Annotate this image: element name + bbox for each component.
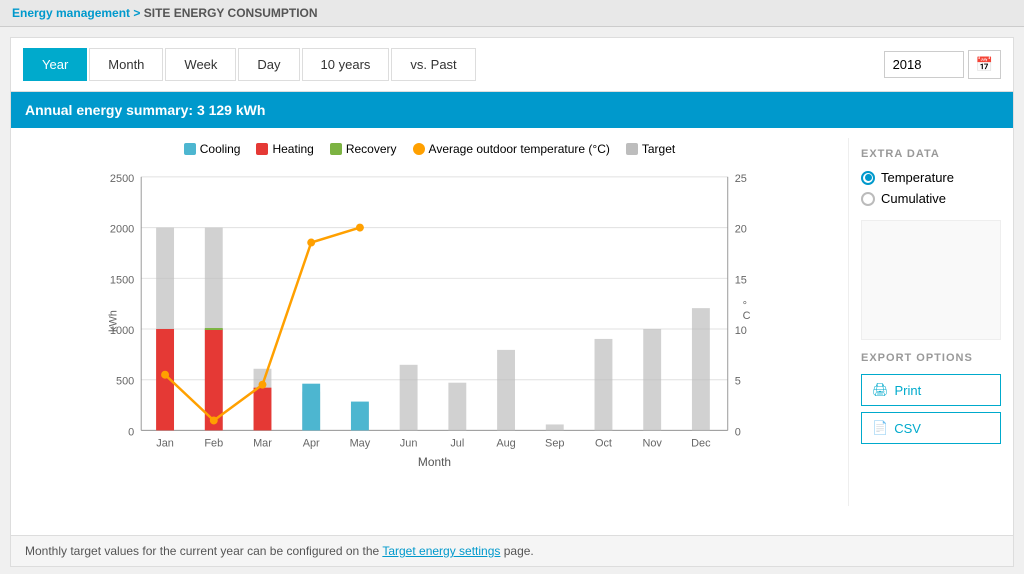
footer-bar: Monthly target values for the current ye… <box>11 535 1013 566</box>
temp-dot-feb <box>210 416 218 424</box>
tab-year[interactable]: Year <box>23 48 87 81</box>
svg-text:May: May <box>350 437 371 449</box>
year-selector: 📅 <box>884 50 1001 79</box>
calendar-icon[interactable]: 📅 <box>968 50 1001 79</box>
svg-text:Aug: Aug <box>496 437 515 449</box>
print-label: Print <box>895 383 922 398</box>
summary-label: Annual energy summary: 3 129 kWh <box>25 102 265 118</box>
svg-text:kWh: kWh <box>107 310 119 332</box>
radio-cumulative-circle <box>861 192 875 206</box>
tab-week[interactable]: Week <box>165 48 236 81</box>
bar-target-jul <box>448 383 466 431</box>
svg-text:2000: 2000 <box>110 224 134 236</box>
radio-cumulative-label: Cumulative <box>881 191 946 206</box>
breadcrumb-link[interactable]: Energy management <box>12 6 130 20</box>
chart-legend: Cooling Heating Recovery Average outdoor… <box>21 138 838 162</box>
radio-group: Temperature Cumulative <box>861 170 1001 206</box>
svg-text:Jan: Jan <box>156 437 174 449</box>
svg-text:2500: 2500 <box>110 173 134 185</box>
legend-recovery: Recovery <box>330 142 397 156</box>
breadcrumb-current: SITE ENERGY CONSUMPTION <box>144 6 318 20</box>
temp-dot-may <box>356 224 364 232</box>
svg-text:5: 5 <box>735 376 741 388</box>
bar-target-jun <box>400 365 418 431</box>
csv-button[interactable]: 📄 CSV <box>861 412 1001 444</box>
bar-cooling-may <box>351 402 369 431</box>
target-color <box>626 143 638 155</box>
sidebar: EXTRA DATA Temperature Cumulative EXPORT… <box>848 138 1013 506</box>
bar-target-oct <box>595 339 613 430</box>
tab-vspast[interactable]: vs. Past <box>391 48 475 81</box>
legend-target-label: Target <box>642 142 675 156</box>
tab-month[interactable]: Month <box>89 48 163 81</box>
footer-text: Monthly target values for the current ye… <box>25 544 382 558</box>
temp-dot-jan <box>161 371 169 379</box>
bar-target-sep <box>546 424 564 430</box>
heating-color <box>256 143 268 155</box>
recovery-color <box>330 143 342 155</box>
svg-text:10: 10 <box>735 325 747 337</box>
top-bar: Energy management > SITE ENERGY CONSUMPT… <box>0 0 1024 27</box>
svg-text:1500: 1500 <box>110 274 134 286</box>
legend-heating-label: Heating <box>272 142 313 156</box>
radio-temperature[interactable]: Temperature <box>861 170 1001 185</box>
svg-text:Feb: Feb <box>204 437 223 449</box>
breadcrumb-separator: > <box>133 6 143 20</box>
main-content: Year Month Week Day 10 years vs. Past 📅 … <box>10 37 1014 567</box>
legend-temperature-label: Average outdoor temperature (°C) <box>429 142 610 156</box>
tab-day[interactable]: Day <box>238 48 299 81</box>
legend-recovery-label: Recovery <box>346 142 397 156</box>
svg-text:0: 0 <box>735 426 741 438</box>
svg-text:Mar: Mar <box>253 437 272 449</box>
legend-target: Target <box>626 142 675 156</box>
footer-text-end: page. <box>500 544 533 558</box>
legend-cooling-label: Cooling <box>200 142 241 156</box>
extra-data-title: EXTRA DATA <box>861 148 1001 160</box>
bar-target-aug <box>497 350 515 431</box>
bar-recovery-feb <box>205 328 223 330</box>
tab-bar: Year Month Week Day 10 years vs. Past 📅 <box>11 38 1013 92</box>
bar-cooling-apr <box>302 384 320 431</box>
year-input[interactable] <box>884 51 964 78</box>
temp-dot-mar <box>259 381 267 389</box>
footer-link[interactable]: Target energy settings <box>382 544 500 558</box>
legend-heating: Heating <box>256 142 313 156</box>
svg-text:Apr: Apr <box>303 437 320 449</box>
chart-area: Cooling Heating Recovery Average outdoor… <box>11 138 848 506</box>
svg-text:0: 0 <box>128 426 134 438</box>
radio-temperature-circle <box>861 171 875 185</box>
svg-text:C: C <box>743 310 751 322</box>
radio-temperature-label: Temperature <box>881 170 954 185</box>
export-title: EXPORT OPTIONS <box>861 352 1001 364</box>
svg-text:Jun: Jun <box>400 437 418 449</box>
summary-bar: Annual energy summary: 3 129 kWh <box>11 92 1013 128</box>
temp-dot-apr <box>307 239 315 247</box>
svg-text:500: 500 <box>116 376 134 388</box>
print-button[interactable]: 🖨 Print <box>861 374 1001 406</box>
bar-target-nov <box>643 329 661 430</box>
print-icon: 🖨 <box>872 382 889 398</box>
svg-text:Jul: Jul <box>450 437 464 449</box>
temperature-color <box>413 143 425 155</box>
bar-heating-mar <box>254 388 272 431</box>
csv-icon: 📄 <box>872 420 888 436</box>
svg-text:Dec: Dec <box>691 437 711 449</box>
svg-text:20: 20 <box>735 224 747 236</box>
export-options: 🖨 Print 📄 CSV <box>861 374 1001 444</box>
cooling-color <box>184 143 196 155</box>
svg-text:Sep: Sep <box>545 437 564 449</box>
tab-10years[interactable]: 10 years <box>302 48 390 81</box>
svg-text:Nov: Nov <box>642 437 662 449</box>
svg-text:Oct: Oct <box>595 437 612 449</box>
bar-target-dec <box>692 308 710 430</box>
radio-cumulative[interactable]: Cumulative <box>861 191 1001 206</box>
chart-container: 2500 2000 1500 1000 500 0 kWh 25 20 15 1… <box>21 162 838 500</box>
svg-text:Month: Month <box>418 455 451 469</box>
legend-cooling: Cooling <box>184 142 241 156</box>
svg-text:15: 15 <box>735 274 747 286</box>
chart-section: Cooling Heating Recovery Average outdoor… <box>11 128 1013 516</box>
svg-text:25: 25 <box>735 173 747 185</box>
legend-temperature: Average outdoor temperature (°C) <box>413 142 610 156</box>
csv-label: CSV <box>894 421 921 436</box>
